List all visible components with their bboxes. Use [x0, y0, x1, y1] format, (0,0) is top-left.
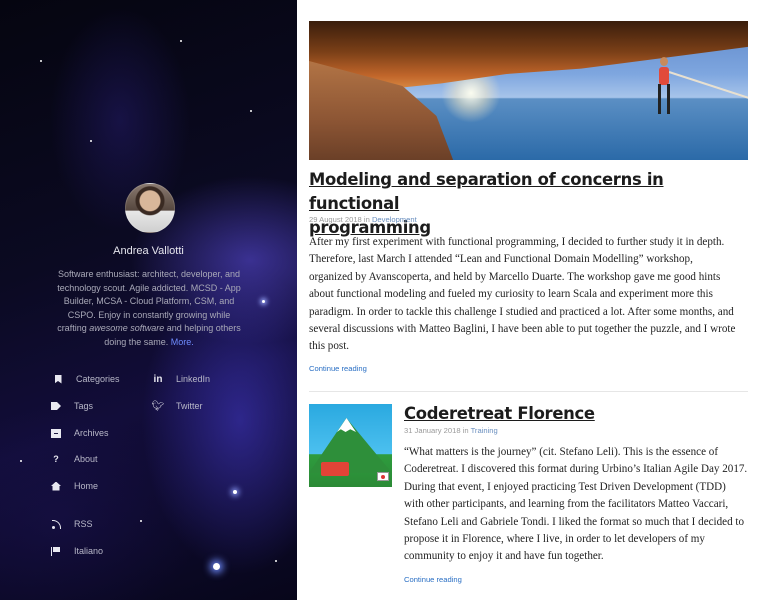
- house-illustration: [321, 462, 349, 476]
- excerpt-line: propose it in Florence, where I live, in…: [404, 533, 705, 546]
- nav-item-label: Italiano: [74, 546, 104, 556]
- excerpt-line: Stefano Leli and Gabriele Tondi. I liked…: [404, 515, 745, 528]
- post-title[interactable]: Modeling and separation of concerns in f…: [309, 168, 748, 240]
- excerpt-line: “What matters is the journey” (cit. Stef…: [404, 446, 719, 458]
- climber-figure: [654, 49, 674, 119]
- author-bio-emphasis: awesome software: [89, 323, 165, 334]
- star-decoration: [262, 300, 265, 303]
- snow-cap: [337, 418, 356, 432]
- post-excerpt: After my first experiment with functiona…: [309, 234, 749, 356]
- nav-item-label: Archives: [74, 428, 109, 438]
- star-decoration: [233, 490, 237, 494]
- nav-item-categories[interactable]: Categories: [52, 371, 120, 387]
- nav-item-tags[interactable]: Tags: [50, 398, 93, 414]
- excerpt-line: Coderetreat. I discovered this format du…: [404, 463, 748, 476]
- star-decoration: [20, 460, 22, 462]
- star-decoration: [140, 520, 142, 522]
- star-decoration: [213, 563, 220, 570]
- nav-item-label: About: [74, 454, 98, 464]
- author-name: Andrea Vallotti: [113, 245, 184, 257]
- author-more-link[interactable]: More.: [171, 337, 194, 347]
- star-decoration: [250, 110, 252, 112]
- star-decoration: [90, 140, 92, 142]
- excerpt-line: several discussions with Matteo Baglini,…: [309, 323, 736, 336]
- post-date: 31 January 2018: [404, 426, 461, 435]
- post-meta: 29 August 2018 in Development: [309, 215, 417, 224]
- linkedin-icon: in: [153, 373, 163, 385]
- flag-illustration: [377, 472, 389, 481]
- excerpt-line: about functional modeling and fueled my …: [309, 288, 713, 301]
- post-category-link[interactable]: Training: [471, 426, 498, 435]
- excerpt-line: community to enjoy it and have fun toget…: [404, 550, 604, 563]
- nav-item-archives[interactable]: Archives: [50, 425, 109, 441]
- post-date: 29 August 2018: [309, 215, 362, 224]
- post-meta-separator: in: [460, 426, 471, 435]
- post-divider: [309, 391, 748, 392]
- nav-item-label: Categories: [76, 374, 120, 384]
- excerpt-line: Therefore, last March I attended “Lean a…: [309, 253, 693, 266]
- nav-item-linkedin[interactable]: in LinkedIn: [152, 371, 210, 387]
- flag-icon: [50, 545, 62, 557]
- star-decoration: [180, 40, 182, 42]
- nav-item-label: RSS: [74, 519, 93, 529]
- sidebar: Andrea Vallotti Software enthusiast: arc…: [0, 0, 297, 600]
- nav-item-rss[interactable]: RSS: [50, 516, 93, 532]
- tags-icon: [50, 400, 62, 412]
- question-icon: ?: [53, 454, 59, 464]
- nav-item-italiano[interactable]: Italiano: [50, 543, 103, 559]
- rss-icon: [50, 518, 62, 530]
- post-title-line: Modeling and separation of concerns in f…: [309, 170, 664, 213]
- bookmark-icon: [52, 373, 64, 385]
- nav-item-label: Twitter: [176, 401, 203, 411]
- nav-item-label: Tags: [74, 401, 94, 411]
- post-thumbnail[interactable]: [309, 404, 392, 487]
- archive-icon: [50, 427, 62, 439]
- excerpt-line: After my first experiment with functiona…: [309, 236, 725, 248]
- nav-item-label: LinkedIn: [176, 374, 211, 384]
- continue-reading-link[interactable]: Continue reading: [309, 364, 367, 373]
- excerpt-line: paradigm. In order to tackle this challe…: [309, 305, 734, 318]
- main-content: Modeling and separation of concerns in f…: [297, 0, 760, 600]
- excerpt-line: this post.: [309, 340, 350, 353]
- post-hero-image[interactable]: [309, 21, 748, 160]
- nav-item-about[interactable]: ? About: [50, 451, 98, 467]
- post-meta-separator: in: [361, 215, 372, 224]
- continue-reading-link[interactable]: Continue reading: [404, 575, 462, 584]
- post-meta: 31 January 2018 in Training: [404, 426, 498, 435]
- post-excerpt: “What matters is the journey” (cit. Stef…: [404, 444, 754, 566]
- post-title[interactable]: Coderetreat Florence: [404, 402, 595, 426]
- nav-item-twitter[interactable]: 🐦︎ Twitter: [152, 398, 203, 414]
- home-icon: [50, 480, 62, 492]
- author-bio: Software enthusiast: architect, develope…: [52, 268, 246, 350]
- star-decoration: [275, 560, 277, 562]
- nav-item-label: Home: [74, 481, 99, 491]
- post-category-link[interactable]: Development: [372, 215, 417, 224]
- excerpt-line: organized by Avanscoperta, and held by M…: [309, 270, 721, 283]
- avatar[interactable]: [125, 183, 175, 233]
- nav-item-home[interactable]: Home: [50, 478, 98, 494]
- climbing-rope: [668, 71, 748, 101]
- excerpt-line: During that event, I enjoyed practicing …: [404, 480, 726, 493]
- twitter-icon: 🐦︎: [151, 400, 165, 412]
- star-decoration: [40, 60, 42, 62]
- excerpt-line: with other participants, and learning fr…: [404, 498, 729, 511]
